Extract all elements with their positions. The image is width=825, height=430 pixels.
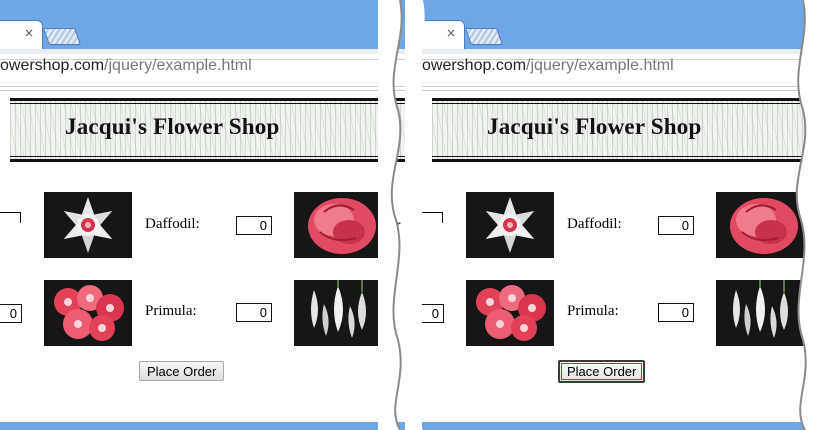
rose-image: [716, 192, 804, 258]
snowdrop-icon: [733, 280, 788, 338]
browser-tab[interactable]: ×: [422, 20, 465, 51]
browser-bottom-edge: [0, 422, 405, 430]
primula-icon: [54, 285, 124, 341]
url-text[interactable]: owershop.com/jquery/example.html: [0, 57, 252, 83]
product-label-daffodil: Daffodil:: [145, 216, 200, 232]
page-header-banner: Jacqui's Flower Shop: [432, 98, 825, 162]
cut-off-input[interactable]: [0, 212, 21, 223]
header-rule: [432, 159, 825, 162]
page-header-banner: Jacqui's Flower Shop: [10, 98, 405, 162]
url-path: /jquery/example.html: [526, 57, 674, 74]
rose-icon: [308, 198, 376, 254]
rose-image: [294, 192, 382, 258]
cut-off-label: r: [396, 217, 401, 233]
browser-tab[interactable]: ×: [0, 20, 43, 51]
primula-image: [466, 280, 554, 346]
place-order-button[interactable]: Place Order: [139, 361, 225, 381]
cut-off-quantity-input[interactable]: 0: [0, 304, 22, 323]
new-tab-button[interactable]: [42, 28, 82, 45]
quantity-input-daffodil[interactable]: [658, 216, 694, 235]
header-rule: [432, 98, 825, 101]
snowdrop-icon: [311, 280, 366, 338]
url-path: /jquery/example.html: [104, 57, 252, 74]
primula-icon: [476, 285, 546, 341]
quantity-input-daffodil[interactable]: [236, 216, 272, 235]
header-rule: [432, 156, 825, 157]
product-label-primula: Primula:: [145, 303, 197, 319]
header-rule: [10, 159, 405, 162]
header-rule: [10, 103, 405, 104]
product-label-primula: Primula:: [567, 303, 619, 319]
tab-close-icon[interactable]: ×: [24, 26, 34, 40]
daffodil-image: [466, 192, 554, 258]
cut-off-label: r: [818, 217, 823, 233]
quantity-input-primula[interactable]: [236, 303, 272, 322]
tab-close-icon[interactable]: ×: [446, 26, 456, 40]
browser-bottom-edge: [422, 422, 825, 430]
header-rule: [10, 98, 405, 101]
daffodil-icon: [63, 197, 113, 253]
primula-image: [44, 280, 132, 346]
url-host: owershop.com: [0, 57, 105, 74]
snowdrop-image: [716, 280, 804, 346]
header-rule: [432, 103, 825, 104]
quantity-input-primula[interactable]: [658, 303, 694, 322]
snowdrop-image: [294, 280, 382, 346]
screenshot-before: × owershop.com/jquery/example.html Jacqu…: [0, 0, 405, 430]
daffodil-image: [44, 192, 132, 258]
page-title: Jacqui's Flower Shop: [65, 114, 280, 139]
screenshot-after: × owershop.com/jquery/example.html Jacqu…: [422, 0, 825, 430]
cut-off-quantity-input[interactable]: 0: [422, 304, 444, 323]
new-tab-button[interactable]: [464, 28, 504, 45]
product-label-daffodil: Daffodil:: [567, 216, 622, 232]
rose-icon: [730, 198, 798, 254]
place-order-button-focused[interactable]: Place Order: [558, 360, 646, 383]
cut-off-input[interactable]: [422, 212, 443, 223]
page-title: Jacqui's Flower Shop: [487, 114, 702, 139]
url-text[interactable]: owershop.com/jquery/example.html: [422, 57, 674, 83]
daffodil-icon: [485, 197, 535, 253]
url-host: owershop.com: [422, 57, 527, 74]
header-rule: [10, 156, 405, 157]
